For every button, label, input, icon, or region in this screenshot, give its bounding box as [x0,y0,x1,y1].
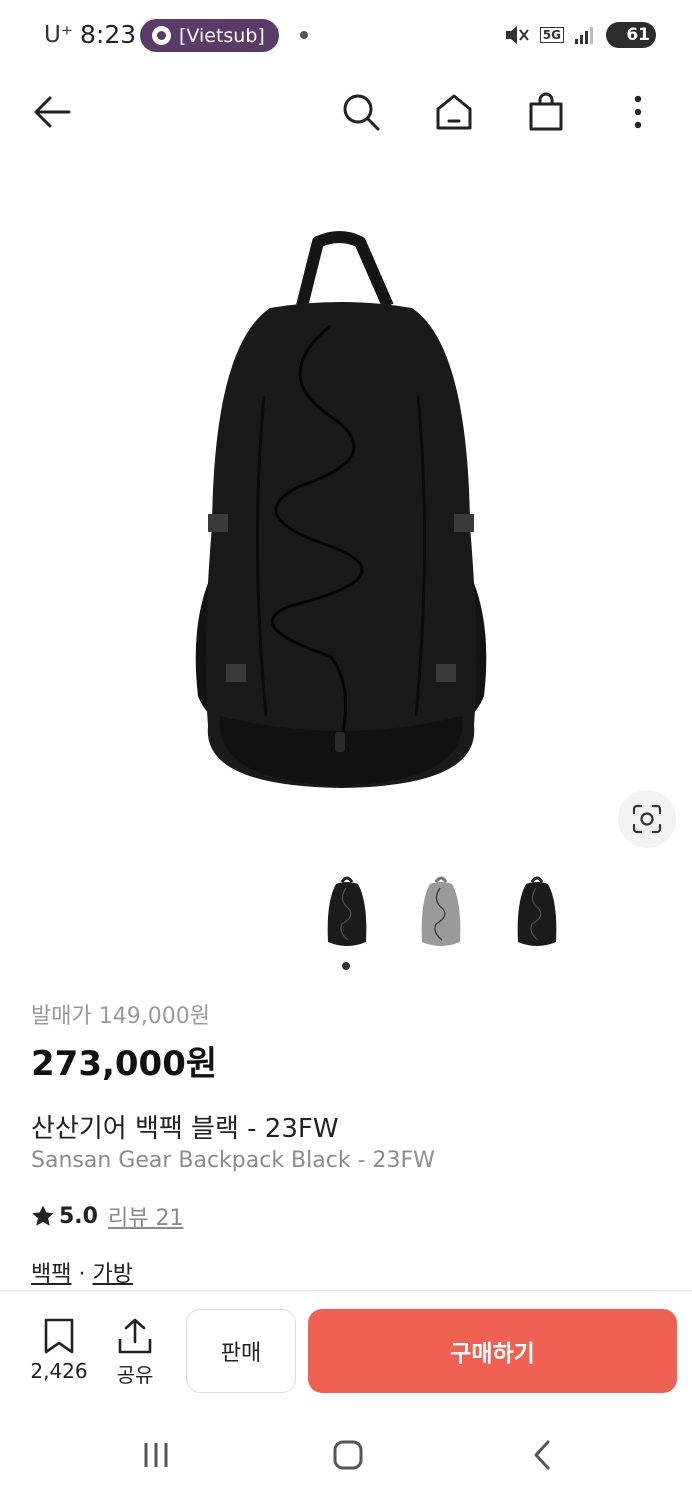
thumbnail-grey[interactable] [416,872,466,952]
current-price: 273,000원 [31,1044,218,1084]
network-type-label: 5G [539,27,564,43]
rating-row: 5.0 리뷰 21 [31,1200,183,1232]
sell-button[interactable]: 판매 [186,1309,296,1393]
more-vertical-icon [634,95,642,129]
system-navigation-bar [0,1410,692,1500]
media-notification-label: [Vietsub] [179,24,265,47]
category-breadcrumb: 백팩 · 가방 [31,1256,133,1288]
signal-icon [575,27,593,44]
category-separator: · [78,1262,86,1287]
product-title-english: Sansan Gear Backpack Black - 23FW [31,1148,435,1173]
release-price: 발매가 149,000원 [31,1004,210,1029]
back-button[interactable] [28,88,76,136]
search-button[interactable] [337,88,385,136]
home-system-button[interactable] [318,1430,378,1480]
product-image[interactable] [180,226,502,792]
home-button[interactable] [430,88,478,136]
category-link-backpack[interactable]: 백팩 [31,1262,71,1287]
image-thumbnails [320,872,570,952]
system-back-button[interactable] [512,1430,572,1480]
thumbnail-black-2[interactable] [512,872,562,952]
recent-apps-icon [144,1443,168,1467]
app-bar [0,72,692,154]
star-icon [32,1205,54,1226]
status-bar: U⁺ 8:23 [Vietsub] 5G 61 [0,0,692,72]
more-options-button[interactable] [614,88,662,136]
carrier-label: U⁺ [44,22,73,48]
reviews-link[interactable]: 리뷰 21 [108,1200,183,1232]
search-icon [343,94,380,131]
shopping-bag-icon [529,92,563,131]
buy-button[interactable]: 구매하기 [308,1309,677,1393]
category-link-bag[interactable]: 가방 [92,1262,132,1287]
bookmark-count: 2,426 [30,1359,88,1383]
home-square-icon [333,1440,363,1470]
share-label: 공유 [116,1363,154,1387]
share-button[interactable]: 공유 [112,1317,158,1388]
play-circle-icon [152,26,171,45]
battery-level: 61 [626,25,650,45]
bookmark-icon [44,1318,74,1354]
image-search-button[interactable] [618,790,676,848]
rating-value: 5.0 [59,1203,98,1229]
status-icons: 5G 61 [504,22,656,48]
notification-dot-icon [300,31,308,39]
clock: 8:23 [80,20,137,49]
back-arrow-icon [34,96,71,128]
cart-button[interactable] [522,88,570,136]
share-icon [118,1318,152,1354]
mute-icon [505,26,529,44]
home-icon [436,94,472,130]
recent-apps-button[interactable] [126,1430,186,1480]
chevron-left-icon [534,1440,550,1470]
carousel-indicator-dot [342,962,350,970]
battery-indicator: 61 [606,22,656,48]
media-notification-pill[interactable]: [Vietsub] [140,19,279,52]
thumbnail-black-1[interactable] [322,872,372,952]
product-title-korean: 산산기어 백팩 블랙 - 23FW [31,1114,339,1144]
bottom-action-bar: 2,426 공유 판매 구매하기 [0,1290,692,1410]
bookmark-button[interactable]: 2,426 [28,1317,90,1383]
lens-scan-icon [632,804,662,834]
